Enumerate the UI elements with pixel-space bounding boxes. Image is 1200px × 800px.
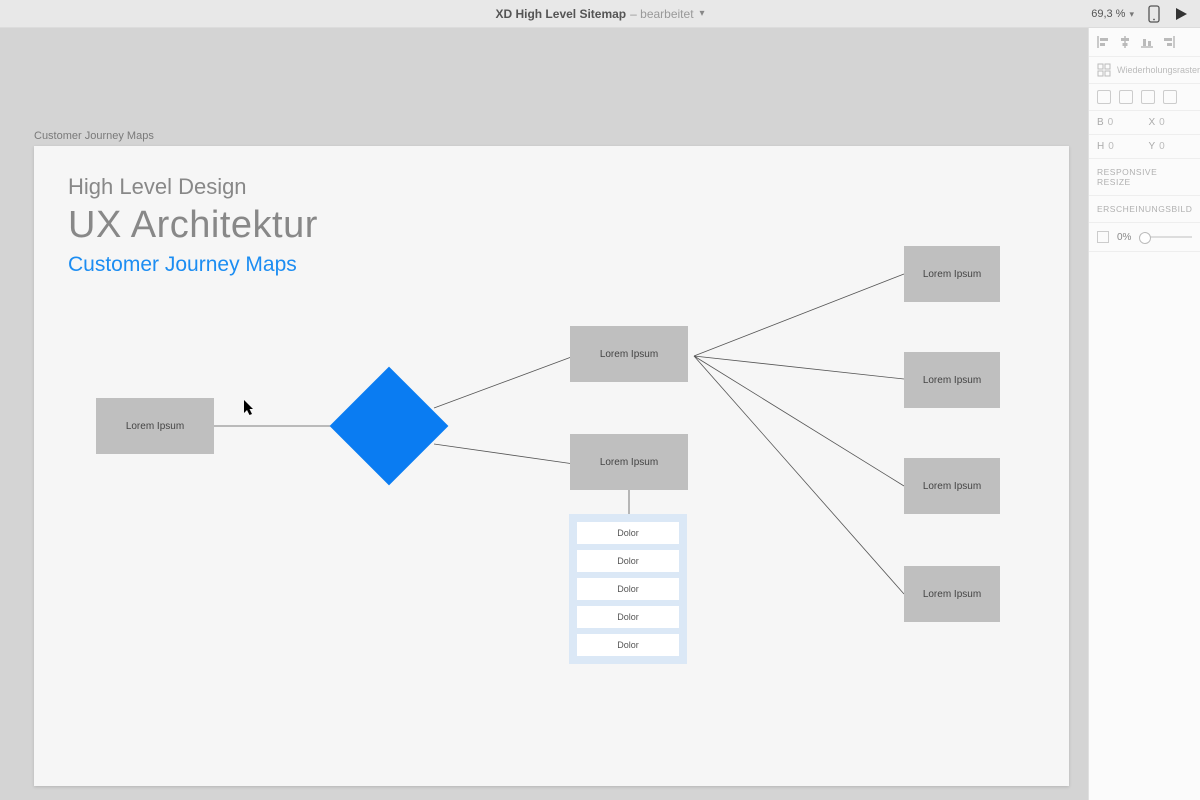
- sub-item[interactable]: Dolor: [577, 578, 679, 600]
- node-label: Lorem Ipsum: [600, 349, 658, 360]
- dimensions-row-1: B0 X0: [1089, 111, 1200, 135]
- repeat-grid-button[interactable]: Wiederholungsraster: [1089, 57, 1200, 84]
- opacity-value[interactable]: 0%: [1117, 232, 1131, 243]
- union-icon[interactable]: [1097, 90, 1111, 104]
- sub-item[interactable]: Dolor: [577, 634, 679, 656]
- node-label: Lorem Ipsum: [126, 421, 184, 432]
- subheading-text[interactable]: High Level Design: [68, 174, 318, 200]
- sub-panel[interactable]: Dolor Dolor Dolor Dolor Dolor: [569, 514, 687, 664]
- node-label: Lorem Ipsum: [923, 589, 981, 600]
- document-status: – bearbeitet: [630, 7, 693, 21]
- node-label: Lorem Ipsum: [923, 481, 981, 492]
- cursor-icon: [244, 400, 256, 416]
- align-center-h-icon[interactable]: [1119, 36, 1131, 48]
- heading-group: High Level Design UX Architektur Custome…: [68, 174, 318, 277]
- sub-item[interactable]: Dolor: [577, 522, 679, 544]
- device-preview-icon[interactable]: [1148, 5, 1160, 23]
- node-label: Lorem Ipsum: [600, 457, 658, 468]
- flow-node-mid-bottom[interactable]: Lorem Ipsum: [570, 434, 688, 490]
- flow-node-start[interactable]: Lorem Ipsum: [96, 398, 214, 454]
- x-value[interactable]: 0: [1159, 117, 1165, 128]
- align-right-icon[interactable]: [1163, 36, 1175, 48]
- height-value[interactable]: 0: [1108, 141, 1114, 152]
- exclude-icon[interactable]: [1163, 90, 1177, 104]
- x-label: X: [1149, 117, 1156, 128]
- width-label: B: [1097, 117, 1104, 128]
- flow-node-mid-top[interactable]: Lorem Ipsum: [570, 326, 688, 382]
- opacity-row: 0%: [1089, 223, 1200, 252]
- opacity-swatch-icon[interactable]: [1097, 231, 1109, 243]
- subtract-icon[interactable]: [1119, 90, 1133, 104]
- artboard-label[interactable]: Customer Journey Maps: [34, 130, 154, 142]
- opacity-slider[interactable]: [1139, 236, 1192, 238]
- boolean-ops-row: [1089, 84, 1200, 111]
- chevron-down-icon: ▾: [1129, 9, 1134, 20]
- flow-decision-diamond[interactable]: [330, 367, 449, 486]
- document-title[interactable]: XD High Level Sitemap: [495, 7, 626, 21]
- section-appearance[interactable]: ERSCHEINUNGSBILD: [1089, 196, 1200, 223]
- repeat-grid-label: Wiederholungsraster: [1117, 65, 1200, 75]
- link-text[interactable]: Customer Journey Maps: [68, 253, 318, 277]
- dimensions-row-2: H0 Y0: [1089, 135, 1200, 159]
- align-tools-row: [1089, 28, 1200, 57]
- flow-node-right-4[interactable]: Lorem Ipsum: [904, 566, 1000, 622]
- width-value[interactable]: 0: [1108, 117, 1114, 128]
- canvas-workspace[interactable]: Customer Journey Maps High Level Design …: [0, 28, 1088, 800]
- zoom-value: 69,3 %: [1091, 8, 1125, 20]
- artboard[interactable]: High Level Design UX Architektur Custome…: [34, 146, 1069, 786]
- section-responsive-resize[interactable]: RESPONSIVE RESIZE: [1089, 159, 1200, 196]
- flow-node-right-1[interactable]: Lorem Ipsum: [904, 246, 1000, 302]
- topbar-right-group: 69,3 % ▾: [1079, 0, 1200, 28]
- properties-panel: Wiederholungsraster B0 X0 H0 Y0 RESPONSI…: [1088, 28, 1200, 800]
- zoom-control[interactable]: 69,3 % ▾: [1091, 8, 1134, 20]
- y-label: Y: [1149, 141, 1156, 152]
- height-label: H: [1097, 141, 1104, 152]
- node-label: Lorem Ipsum: [923, 269, 981, 280]
- heading-text[interactable]: UX Architektur: [68, 204, 318, 247]
- sub-item[interactable]: Dolor: [577, 550, 679, 572]
- node-label: Lorem Ipsum: [923, 375, 981, 386]
- intersect-icon[interactable]: [1141, 90, 1155, 104]
- flow-node-right-2[interactable]: Lorem Ipsum: [904, 352, 1000, 408]
- app-topbar: XD High Level Sitemap – bearbeitet ▾ 69,…: [0, 0, 1200, 28]
- sub-item[interactable]: Dolor: [577, 606, 679, 628]
- play-icon[interactable]: [1174, 7, 1188, 21]
- align-bottom-icon[interactable]: [1141, 36, 1153, 48]
- repeat-grid-icon: [1097, 63, 1111, 77]
- chevron-down-icon[interactable]: ▾: [700, 8, 705, 19]
- y-value[interactable]: 0: [1159, 141, 1165, 152]
- align-left-icon[interactable]: [1097, 36, 1109, 48]
- flow-node-right-3[interactable]: Lorem Ipsum: [904, 458, 1000, 514]
